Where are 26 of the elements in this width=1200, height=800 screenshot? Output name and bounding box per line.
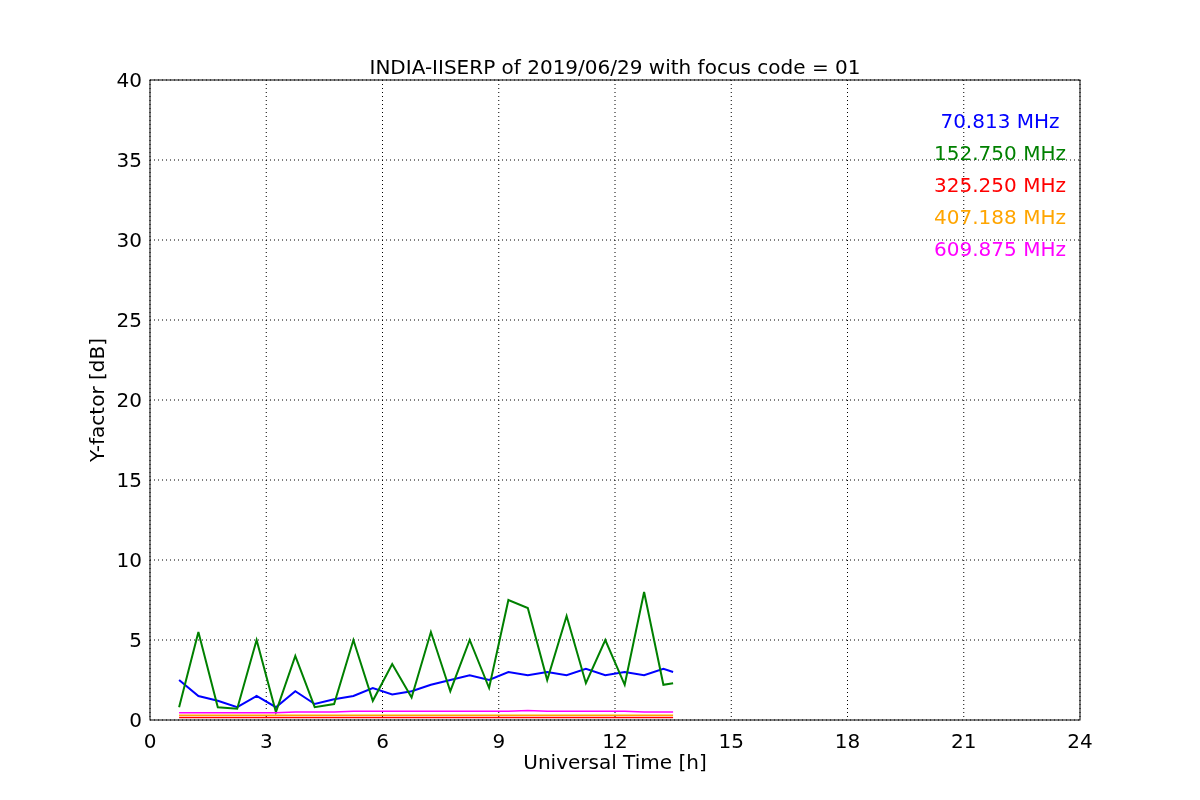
y-tick-label: 30 bbox=[116, 228, 142, 252]
x-tick-label: 6 bbox=[376, 729, 389, 753]
x-axis-label: Universal Time [h] bbox=[523, 750, 707, 774]
legend-label: 325.250 MHz bbox=[934, 173, 1066, 197]
y-tick-label: 20 bbox=[116, 388, 142, 412]
x-tick-label: 3 bbox=[259, 729, 273, 753]
y-tick-label: 5 bbox=[129, 628, 142, 652]
x-tick-label: 24 bbox=[1067, 729, 1093, 753]
y-tick-label: 0 bbox=[129, 708, 142, 732]
x-tick-label: 9 bbox=[492, 729, 506, 753]
x-tick-label: 15 bbox=[718, 729, 744, 753]
y-tick-label: 25 bbox=[116, 308, 142, 332]
x-tick-label: 18 bbox=[834, 729, 861, 753]
y-axis-label: Y-factor [dB] bbox=[85, 338, 109, 462]
y-tick-label: 40 bbox=[116, 68, 142, 92]
chart-title: INDIA-IISERP of 2019/06/29 with focus code = 01 bbox=[369, 55, 861, 79]
legend-label: 407.188 MHz bbox=[934, 205, 1066, 229]
y-tick-label: 15 bbox=[116, 468, 142, 492]
legend-label: 609.875 MHz bbox=[934, 237, 1066, 261]
x-tick-label: 21 bbox=[951, 729, 977, 753]
x-tick-label: 12 bbox=[602, 729, 628, 753]
y-tick-label: 35 bbox=[116, 148, 142, 172]
x-tick-label: 0 bbox=[143, 729, 157, 753]
legend-label: 152.750 MHz bbox=[934, 141, 1066, 165]
y-tick-label: 10 bbox=[116, 548, 142, 572]
legend-label: 70.813 MHz bbox=[940, 109, 1060, 133]
